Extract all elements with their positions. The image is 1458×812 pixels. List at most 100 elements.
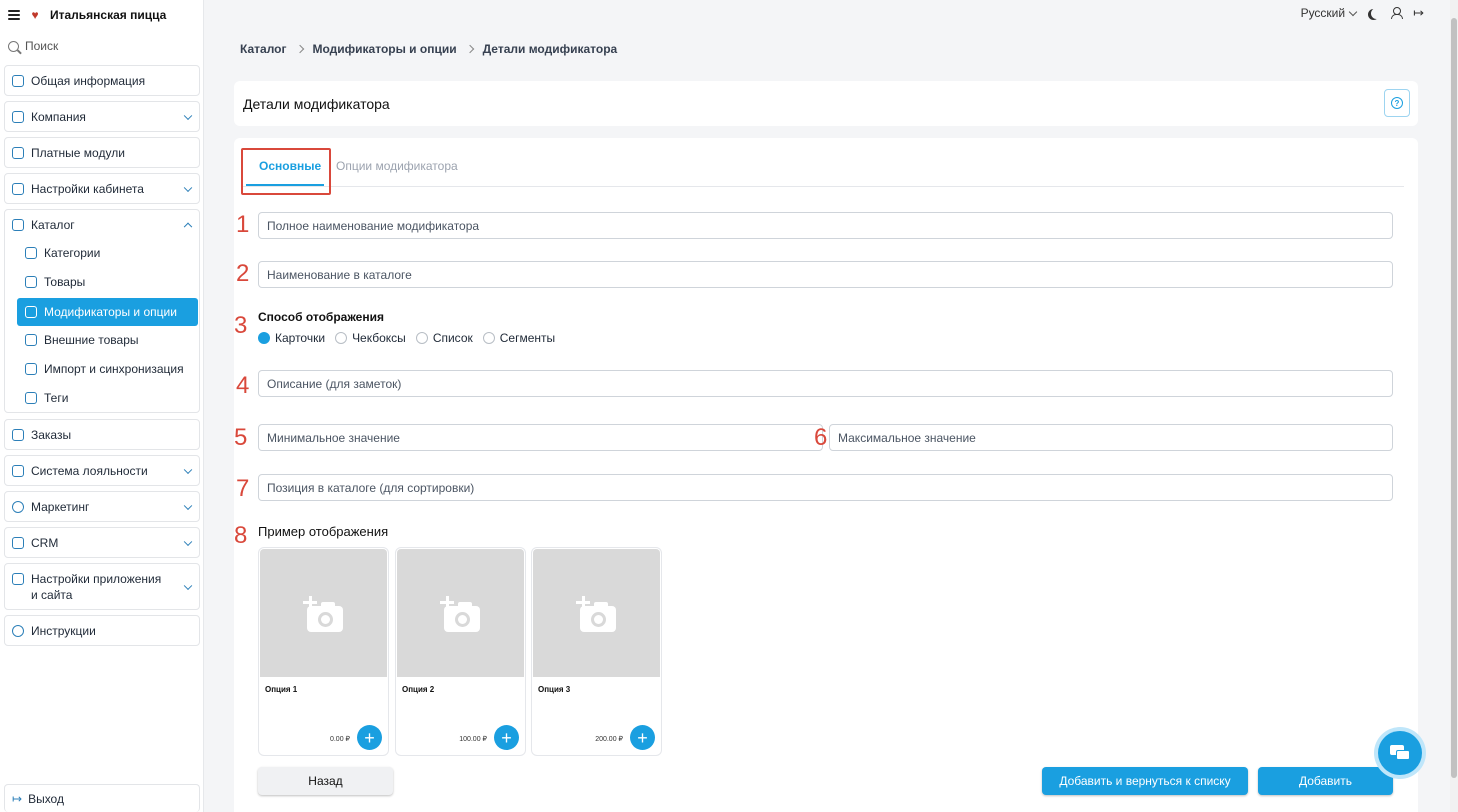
full-name-field[interactable]: Полное наименование модификатора: [258, 212, 1393, 239]
add-button[interactable]: +: [630, 725, 655, 750]
chat-button[interactable]: [1378, 731, 1422, 775]
bank-icon: [12, 110, 24, 123]
example-label: Пример отображения: [258, 524, 389, 539]
display-mode-label: Способ отображения: [258, 310, 384, 324]
sidebar-subitem-categories[interactable]: Категории: [17, 239, 199, 267]
add-button[interactable]: +: [357, 725, 382, 750]
fork-icon: [25, 334, 37, 346]
annotation-number: 7: [236, 475, 250, 502]
sidebar-item-marketing[interactable]: Маркетинг: [4, 491, 200, 522]
cloche-icon: [12, 428, 24, 441]
sidebar-item-label: Общая информация: [31, 73, 146, 88]
annotation-number: 1: [236, 211, 250, 238]
sidebar-item-general[interactable]: Общая информация: [4, 65, 200, 96]
max-value-placeholder: Максимальное значение: [838, 430, 976, 445]
back-button[interactable]: Назад: [258, 767, 393, 795]
sidebar-subitem-modifiers[interactable]: Модификаторы и опции: [17, 298, 198, 326]
crm-icon: [12, 536, 24, 549]
add-photo-icon: [440, 596, 480, 632]
sidebar-subitem-label: Импорт и синхронизация: [44, 362, 184, 376]
add-button[interactable]: Добавить: [1258, 767, 1393, 795]
image-placeholder: [533, 549, 660, 677]
moon-icon[interactable]: [1371, 8, 1382, 19]
sidebar-subitem-tags[interactable]: Теги: [17, 384, 199, 412]
radio-unchecked-icon: [335, 332, 348, 344]
annotation-number: 6: [814, 424, 828, 451]
sidebar-item-logout[interactable]: ↦ Выход: [4, 784, 200, 812]
sidebar-item-label: Заказы: [31, 427, 72, 442]
sidebar-subitem-products[interactable]: Товары: [17, 268, 199, 296]
radio-cards[interactable]: Карточки: [258, 331, 325, 345]
settings-icon: [12, 182, 24, 195]
sidebar-item-loyalty[interactable]: Система лояльности: [4, 455, 200, 486]
radio-segments[interactable]: Сегменты: [482, 331, 556, 345]
sidebar-item-label: Каталог: [31, 217, 75, 232]
scrollbar[interactable]: [1450, 0, 1458, 812]
min-value-field[interactable]: Минимальное значение: [258, 424, 823, 451]
sidebar-item-label: Выход: [28, 791, 64, 806]
plus-icon: +: [364, 727, 375, 748]
radio-label: Чекбоксы: [352, 331, 406, 345]
card-title: Опция 1: [265, 685, 298, 694]
radio-checked-icon: [258, 332, 270, 344]
sidebar-item-paid-modules[interactable]: Платные модули: [4, 137, 200, 168]
loyalty-icon: [12, 464, 24, 477]
catalog-position-field[interactable]: Позиция в каталоге (для сортировки): [258, 474, 1393, 501]
scrollbar-thumb[interactable]: [1451, 18, 1457, 778]
preview-card: Опция 2 100.00 ₽ +: [395, 547, 526, 756]
description-field[interactable]: Описание (для заметок): [258, 370, 1393, 397]
radio-label: Список: [432, 331, 473, 345]
annotation-number: 2: [236, 260, 250, 287]
add-button[interactable]: +: [494, 725, 519, 750]
sidebar-item-app-settings[interactable]: Настройки приложения и сайта: [4, 563, 200, 610]
sidebar-item-instructions[interactable]: Инструкции: [4, 615, 200, 646]
catalog-name-placeholder: Наименование в каталоге: [267, 267, 412, 282]
sidebar-item-cabinet-settings[interactable]: Настройки кабинета: [4, 173, 200, 204]
sidebar-item-catalog[interactable]: Каталог: [5, 210, 199, 239]
search-label: Поиск: [25, 39, 59, 53]
breadcrumb-item[interactable]: Модификаторы и опции: [313, 42, 457, 56]
max-value-field[interactable]: Максимальное значение: [829, 424, 1393, 451]
help-icon: ?: [1391, 97, 1403, 109]
catalog-name-field[interactable]: Наименование в каталоге: [258, 261, 1393, 288]
chevron-right-icon: [295, 44, 304, 54]
sidebar-subitem-label: Товары: [44, 275, 86, 289]
help-button[interactable]: ?: [1384, 89, 1410, 117]
sidebar-item-crm[interactable]: CRM: [4, 527, 200, 558]
search-input[interactable]: Поиск: [8, 38, 198, 54]
radio-label: Карточки: [275, 331, 326, 345]
radio-label: Сегменты: [499, 331, 556, 345]
chevron-right-icon: [465, 44, 474, 54]
language-select[interactable]: Русский: [1301, 6, 1358, 20]
sidebar-item-label: CRM: [31, 535, 59, 550]
catalog-icon: [12, 218, 24, 231]
card-title: Опция 3: [538, 685, 571, 694]
radio-checkboxes[interactable]: Чекбоксы: [335, 331, 406, 345]
logout-icon[interactable]: ↦: [1413, 5, 1424, 21]
sidebar-item-orders[interactable]: Заказы: [4, 419, 200, 450]
sidebar-item-label: Компания: [31, 109, 86, 124]
logo-icon: ♥: [31, 8, 39, 22]
chat-icon: [1390, 745, 1410, 761]
tab-modifier-options[interactable]: Опции модификатора: [336, 159, 458, 173]
sidebar-item-label: Настройки кабинета: [31, 181, 144, 196]
search-icon: [8, 40, 19, 52]
sidebar-subitem-import-sync[interactable]: Импорт и синхронизация: [17, 355, 199, 383]
sidebar-item-company[interactable]: Компания: [4, 101, 200, 132]
breadcrumb: Каталог Модификаторы и опции Детали моди…: [240, 42, 617, 56]
add-and-return-button[interactable]: Добавить и вернуться к списку: [1042, 767, 1248, 795]
sidebar-item-label: Система лояльности: [31, 463, 148, 478]
radio-list[interactable]: Список: [415, 331, 473, 345]
preview-card: Опция 1 0.00 ₽ +: [258, 547, 389, 756]
catalog-position-placeholder: Позиция в каталоге (для сортировки): [267, 480, 475, 495]
annotation-highlight-box: [241, 148, 331, 195]
user-icon[interactable]: [1391, 7, 1404, 19]
add-photo-icon: [303, 596, 343, 632]
menu-icon[interactable]: [8, 10, 20, 20]
breadcrumb-item[interactable]: Каталог: [240, 42, 287, 56]
topbar-controls: Русский ↦: [1301, 5, 1424, 21]
sidebar-subitem-external-products[interactable]: Внешние товары: [17, 326, 199, 354]
sidebar-subitem-label: Внешние товары: [44, 333, 139, 347]
sidebar-item-label: Инструкции: [31, 623, 96, 638]
logout-icon: ↦: [12, 791, 23, 806]
